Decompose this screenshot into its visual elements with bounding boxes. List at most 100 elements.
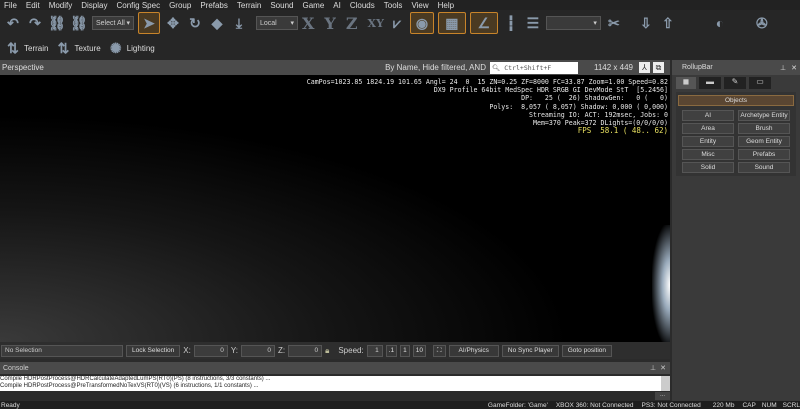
axis-x-button[interactable]: X: [302, 14, 314, 33]
menu-ai[interactable]: AI: [333, 1, 341, 10]
axis-z-button[interactable]: Z: [346, 14, 358, 33]
unlink-icon[interactable]: ⛓: [70, 14, 88, 32]
menu-game[interactable]: Game: [302, 1, 324, 10]
scrl-indicator: SCRL: [782, 401, 800, 409]
console-scrollbar[interactable]: [661, 376, 670, 391]
speed-1-button[interactable]: 1: [400, 344, 410, 357]
no-sync-player-button[interactable]: No Sync Player: [501, 344, 559, 357]
light-glow: [652, 225, 670, 342]
selection-bar: No Selection Lock Selection X: 0 Y: 0 Z:…: [0, 342, 670, 359]
lock-icon[interactable]: 🔒︎: [325, 346, 329, 356]
menu-modify[interactable]: Modify: [49, 1, 73, 10]
link-icon[interactable]: ⛓: [48, 14, 66, 32]
terrain-collision-icon[interactable]: ⛶: [432, 344, 446, 357]
select-filter-dropdown[interactable]: Select All ▾: [92, 16, 134, 30]
tab-objects[interactable]: ◼: [676, 77, 696, 89]
menu-clouds[interactable]: Clouds: [350, 1, 375, 10]
maximize-icon[interactable]: ⧉: [653, 62, 664, 73]
menu-sound[interactable]: Sound: [270, 1, 293, 10]
speed-0.1-button[interactable]: .1: [385, 344, 398, 357]
remove-selection-icon[interactable]: ✂: [605, 14, 623, 32]
terrain-snap-icon[interactable]: ⩗: [388, 14, 406, 32]
x-label: X:: [183, 346, 191, 355]
axis-y-button[interactable]: Y: [324, 14, 335, 33]
coord-system-dropdown[interactable]: Local ▾: [256, 16, 298, 30]
menu-tools[interactable]: Tools: [384, 1, 403, 10]
archetype-entity-button[interactable]: Archetype Entity: [738, 110, 790, 121]
console-pin-icon[interactable]: ⊥: [650, 364, 656, 372]
lighting-label: Lighting: [126, 43, 155, 53]
texture-button[interactable]: ⇅ Texture: [54, 39, 101, 57]
ai-physics-button[interactable]: AI/Physics: [448, 344, 499, 357]
menu-edit[interactable]: Edit: [26, 1, 40, 10]
speed-field[interactable]: 1: [366, 344, 383, 357]
scale-icon[interactable]: ◆: [208, 14, 226, 32]
menu-group[interactable]: Group: [169, 1, 191, 10]
goto-position-button[interactable]: Goto position: [561, 344, 612, 357]
rotate-icon[interactable]: ↻: [186, 14, 204, 32]
terrain-button[interactable]: ⇅ Terrain: [4, 39, 48, 57]
console-output[interactable]: Compile HDRPostProcess@HDRCalculateAdapt…: [0, 376, 661, 391]
ruler-icon[interactable]: ┇: [502, 14, 520, 32]
camera-options-icon[interactable]: ⅄: [639, 62, 650, 73]
selection-list-icon[interactable]: ☰: [524, 14, 542, 32]
rollup-title: RollupBar: [682, 64, 713, 71]
num-indicator: NUM: [761, 401, 777, 409]
y-label: Y:: [230, 346, 238, 355]
solid-button[interactable]: Solid: [682, 162, 734, 173]
pin-icon[interactable]: ⊥: [780, 64, 786, 72]
snap-to-terrain-icon[interactable]: ⤓: [230, 14, 248, 32]
export-objects-icon[interactable]: ⇩: [637, 14, 655, 32]
camera-icon[interactable]: ◉: [409, 12, 434, 34]
move-icon[interactable]: ✥: [164, 14, 182, 32]
objects-category[interactable]: Objects: [678, 95, 794, 106]
console-more-button[interactable]: ...: [655, 392, 670, 400]
prefabs-button[interactable]: Prefabs: [738, 149, 790, 160]
menu-file[interactable]: File: [4, 1, 17, 10]
named-selection-dropdown[interactable]: ▾: [545, 16, 601, 30]
viewport-search[interactable]: 🔍︎ Ctrl+Shift+F: [490, 61, 578, 74]
angle-snap-icon[interactable]: ∠: [469, 12, 498, 34]
search-icon: 🔍︎: [492, 63, 501, 72]
menu-prefabs[interactable]: Prefabs: [200, 1, 228, 10]
y-field[interactable]: 0: [240, 344, 275, 357]
menu-view[interactable]: View: [411, 1, 428, 10]
geom-entity-button[interactable]: Geom Entity: [738, 136, 790, 147]
close-icon[interactable]: ✕: [791, 64, 797, 72]
viewport-3d[interactable]: CamPos=1023.85 1824.19 101.65 Angl= 24 0…: [0, 75, 670, 342]
ai-button[interactable]: AI: [682, 110, 734, 121]
menu-help[interactable]: Help: [438, 1, 454, 10]
menu-terrain[interactable]: Terrain: [237, 1, 261, 10]
console-line: Compile HDRPostProcess@HDRCalculateAdapt…: [0, 376, 271, 382]
area-button[interactable]: Area: [682, 123, 734, 134]
brush-button[interactable]: Brush: [738, 123, 790, 134]
speed-label: Speed:: [338, 346, 364, 355]
select-arrow-icon[interactable]: ➤: [138, 12, 160, 34]
grid-snap-icon[interactable]: ▦: [437, 12, 466, 34]
texture-icon: ⇅: [57, 39, 70, 56]
import-objects-icon[interactable]: ⇧: [659, 14, 677, 32]
redo-icon[interactable]: ↷: [26, 14, 44, 32]
entity-button[interactable]: Entity: [682, 136, 734, 147]
lock-selection-button[interactable]: Lock Selection: [126, 344, 181, 357]
viewport-title[interactable]: Perspective: [2, 63, 44, 72]
z-field[interactable]: 0: [288, 344, 323, 357]
console-close-icon[interactable]: ✕: [660, 364, 666, 372]
tab-display[interactable]: ▭: [749, 77, 771, 89]
stat-line: CamPos=1023.85 1824.19 101.65 Angl= 24 0…: [306, 78, 668, 86]
ai-icon[interactable]: ◐: [711, 14, 729, 32]
tab-modeling[interactable]: ✎: [724, 77, 746, 89]
menu-config-spec[interactable]: Config Spec: [116, 1, 160, 10]
sound-button[interactable]: Sound: [738, 162, 790, 173]
x-field[interactable]: 0: [193, 344, 228, 357]
lighting-button[interactable]: ✺ Lighting: [107, 39, 155, 57]
undo-icon[interactable]: ↶: [4, 14, 22, 32]
misc-button[interactable]: Misc: [682, 149, 734, 160]
tab-terrain[interactable]: ▬: [699, 77, 721, 89]
stat-line: DX9 Profile 64bit MedSpec HDR SRGB GI De…: [433, 86, 668, 95]
film-reel-icon[interactable]: ✇: [753, 14, 771, 32]
menu-display[interactable]: Display: [81, 1, 107, 10]
console-header: Console ⊥ ✕: [0, 362, 670, 374]
speed-10-button[interactable]: 10: [412, 344, 426, 357]
axis-xy-button[interactable]: XY: [368, 17, 384, 30]
